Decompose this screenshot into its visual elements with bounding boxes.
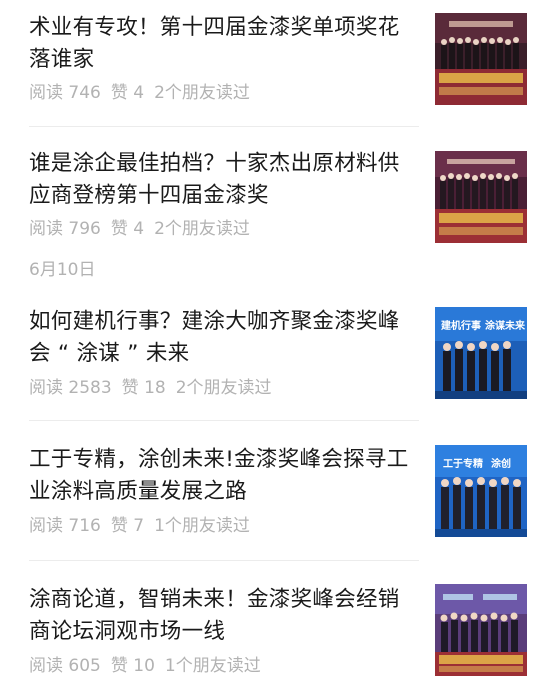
friends-read: 1个朋友读过: [164, 656, 261, 676]
article-thumbnail[interactable]: 工于专精 涂创: [435, 445, 527, 537]
like-count: 赞 18: [121, 378, 166, 398]
article-thumbnail[interactable]: [435, 151, 527, 243]
article-title[interactable]: 谁是涂企最佳拍档？十家杰出原材料供应商登榜第十四届金漆奖: [29, 148, 421, 212]
like-count: 赞 10: [110, 656, 155, 676]
friends-read: 1个朋友读过: [154, 516, 250, 536]
stage-photo-image: [435, 151, 527, 243]
like-count: 赞 4: [110, 219, 145, 239]
banner-text: 工于专精: [443, 457, 483, 470]
article-title[interactable]: 工于专精，涂创未来!金漆奖峰会探寻工业涂料高质量发展之路: [29, 444, 421, 508]
read-count: 阅读 716: [29, 516, 101, 536]
article-thumbnail[interactable]: [435, 13, 527, 105]
article-title[interactable]: 术业有专攻！第十四届金漆奖单项奖花落谁家: [29, 12, 421, 76]
like-count: 赞 4: [110, 83, 145, 103]
friends-read: 2个朋友读过: [154, 219, 250, 239]
banner-text: 涂创: [491, 457, 511, 470]
banner-text: 涂谋未来: [485, 319, 526, 332]
divider: [29, 126, 419, 127]
article-meta: 阅读 2583 赞 18 2个朋友读过: [29, 377, 272, 399]
article-thumbnail[interactable]: 建机行事 涂谋未来: [435, 307, 527, 399]
article-meta: 阅读 796 赞 4 2个朋友读过: [29, 218, 250, 240]
like-count: 赞 7: [110, 516, 145, 536]
stage-photo-image: [435, 13, 527, 105]
friends-read: 2个朋友读过: [154, 83, 250, 103]
article-thumbnail[interactable]: [435, 584, 527, 676]
stage-photo-image: 建机行事 涂谋未来: [435, 307, 527, 399]
article-title[interactable]: 如何建机行事？建涂大咖齐聚金漆奖峰会 “ 涂谋 ” 未来: [29, 306, 421, 370]
read-count: 阅读 2583: [29, 378, 112, 398]
article-title[interactable]: 涂商论道，智销未来！金漆奖峰会经销商论坛洞观市场一线: [29, 584, 421, 648]
divider: [29, 420, 419, 421]
read-count: 阅读 796: [29, 219, 101, 239]
banner-text: 建机行事: [440, 319, 481, 332]
read-count: 阅读 605: [29, 656, 101, 676]
date-separator: 6月10日: [29, 260, 96, 280]
article-meta: 阅读 716 赞 7 1个朋友读过: [29, 515, 250, 537]
article-meta: 阅读 746 赞 4 2个朋友读过: [29, 82, 250, 104]
friends-read: 2个朋友读过: [175, 378, 272, 398]
article-meta: 阅读 605 赞 10 1个朋友读过: [29, 655, 261, 677]
divider: [29, 560, 419, 561]
read-count: 阅读 746: [29, 83, 101, 103]
stage-photo-image: 工于专精 涂创: [435, 445, 527, 537]
stage-photo-image: [435, 584, 527, 676]
